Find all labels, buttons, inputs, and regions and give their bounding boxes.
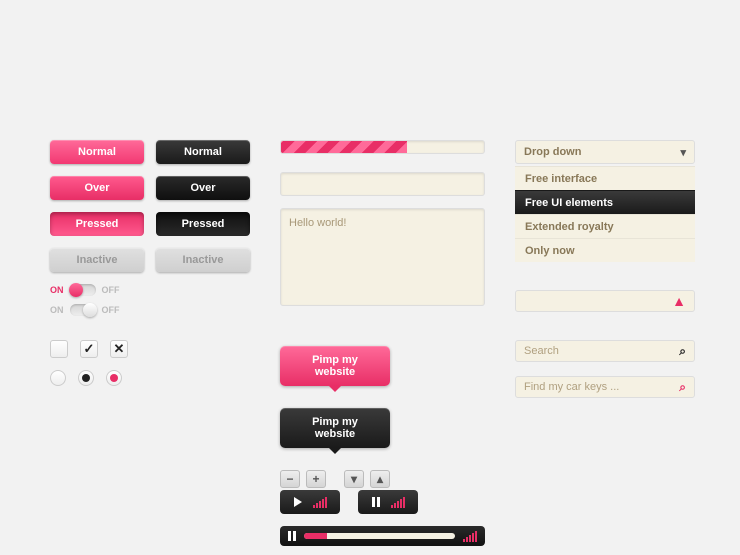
right-column: Drop down ▾ Free interface Free UI eleme…	[515, 140, 695, 488]
button-column: Normal Normal Over Over Pressed Pressed …	[50, 140, 250, 488]
menu-item-3[interactable]: Only now	[515, 238, 695, 262]
dark-inactive-button: Inactive	[156, 248, 250, 272]
dark-pressed-button[interactable]: Pressed	[156, 212, 250, 236]
textarea[interactable]: Hello world!	[280, 208, 485, 306]
search-placeholder-1: Search	[524, 345, 559, 357]
toggle-on-label-2: ON	[50, 305, 64, 315]
player-progress	[304, 533, 327, 539]
tooltip-pink: Pimp my website	[280, 346, 390, 386]
pink-inactive-button: Inactive	[50, 248, 144, 272]
search-input-1[interactable]: Search ⌕	[515, 340, 695, 362]
dropdown[interactable]: Drop down ▾	[515, 140, 695, 164]
search-icon-pink: ⌕	[679, 380, 686, 395]
signal-icon-2	[391, 497, 405, 508]
toggle-off[interactable]	[70, 304, 96, 316]
pink-normal-button[interactable]: Normal	[50, 140, 144, 164]
radio-black[interactable]	[78, 370, 94, 386]
middle-column: Hello world! Pimp my website Pimp my web…	[280, 140, 485, 488]
dark-over-button[interactable]: Over	[156, 176, 250, 200]
alert-field[interactable]: ▲	[515, 290, 695, 312]
search-placeholder-2: Find my car keys ...	[524, 381, 619, 393]
menu-item-0[interactable]: Free interface	[515, 166, 695, 190]
radio-empty[interactable]	[50, 370, 66, 386]
menu-item-1[interactable]: Free UI elements	[515, 190, 695, 214]
play-button[interactable]	[280, 490, 340, 514]
chevron-down-icon: ▾	[680, 146, 686, 159]
text-input[interactable]	[280, 172, 485, 196]
checkbox-empty[interactable]	[50, 340, 68, 358]
signal-icon-3	[463, 531, 477, 542]
play-icon	[294, 497, 302, 507]
checkbox-checked[interactable]: ✓	[80, 340, 98, 358]
checkbox-cross[interactable]: ✕	[110, 340, 128, 358]
dropdown-label: Drop down	[524, 146, 581, 158]
toggle-off-label: OFF	[102, 285, 120, 295]
tooltip-dark: Pimp my website	[280, 408, 390, 448]
pause-icon	[372, 497, 380, 507]
toggle-on[interactable]	[70, 284, 96, 296]
progress-fill	[281, 141, 407, 153]
toggle-off-label-2: OFF	[102, 305, 120, 315]
radio-pink[interactable]	[106, 370, 122, 386]
signal-icon	[313, 497, 327, 508]
search-input-2[interactable]: Find my car keys ... ⌕	[515, 376, 695, 398]
pause-button[interactable]	[358, 490, 418, 514]
player-track[interactable]	[304, 533, 455, 539]
progress-bar	[280, 140, 485, 154]
pause-icon-player	[288, 531, 296, 541]
warning-icon: ▲	[672, 293, 686, 309]
toggle-on-label: ON	[50, 285, 64, 295]
dark-normal-button[interactable]: Normal	[156, 140, 250, 164]
search-icon: ⌕	[679, 344, 686, 359]
pink-over-button[interactable]: Over	[50, 176, 144, 200]
audio-player[interactable]	[280, 526, 485, 546]
pink-pressed-button[interactable]: Pressed	[50, 212, 144, 236]
menu-item-2[interactable]: Extended royalty	[515, 214, 695, 238]
